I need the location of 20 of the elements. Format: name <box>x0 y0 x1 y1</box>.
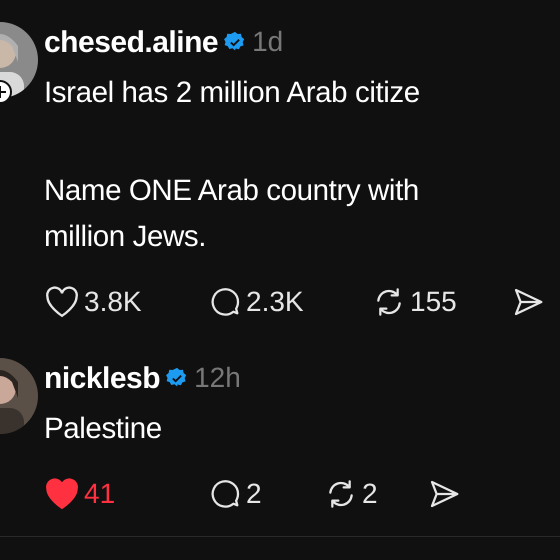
post-time: 1d <box>252 25 284 59</box>
post-text: Name ONE Arab country with million Jews. <box>44 173 420 255</box>
repost-count: 2 <box>362 477 378 511</box>
share-icon[interactable] <box>428 479 460 509</box>
username[interactable]: nicklesb <box>44 356 160 400</box>
post-time: 12h <box>194 361 241 395</box>
reply-count: 2 <box>246 477 262 511</box>
username[interactable]: chesed.aline <box>44 20 218 64</box>
post-text: Israel has 2 million Arab citize <box>44 75 421 111</box>
share-icon[interactable] <box>512 287 544 317</box>
reply-count: 2.3K <box>246 285 304 319</box>
post-text: Palestine <box>44 411 163 447</box>
comment-icon[interactable] <box>210 286 242 318</box>
verified-badge-icon <box>166 367 188 389</box>
repost-count: 155 <box>410 285 457 319</box>
verified-badge-icon <box>224 31 246 53</box>
like-count: 41 <box>84 477 116 511</box>
comment-icon[interactable] <box>210 478 242 510</box>
like-count: 3.8K <box>84 285 142 319</box>
heart-icon[interactable] <box>44 286 80 318</box>
